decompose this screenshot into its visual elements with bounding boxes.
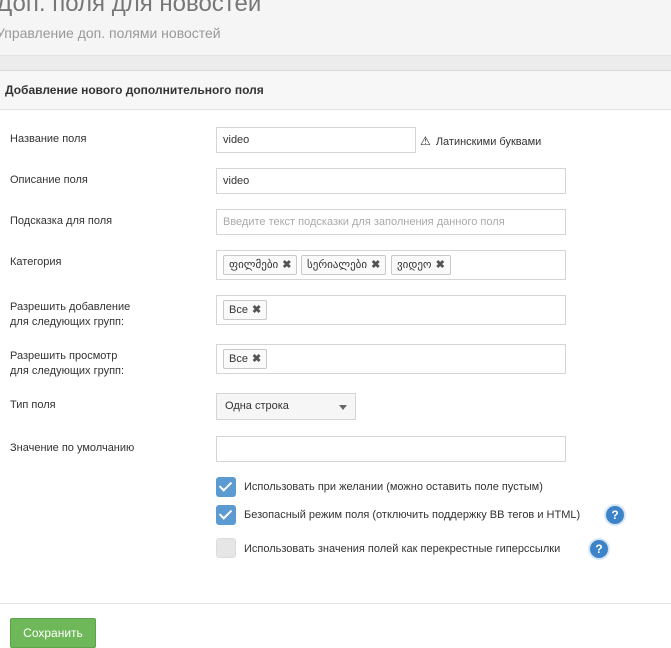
field-name-hint: ⚠ Латинскими буквами (420, 134, 541, 148)
allow-view-label: Разрешить просмотр для следующих групп: (10, 349, 124, 379)
optional-checkbox[interactable] (216, 477, 236, 497)
field-type-select[interactable]: Одна строка (216, 393, 356, 420)
save-button[interactable]: Сохранить (10, 618, 96, 648)
add-field-panel: Добавление нового дополнительного поля Н… (0, 70, 671, 648)
category-tag-label: ფილმები (229, 259, 279, 271)
category-label: Категория (10, 256, 62, 268)
default-value-input[interactable] (216, 436, 566, 462)
panel-heading: Добавление нового дополнительного поля (0, 71, 671, 110)
field-name-input[interactable]: video (216, 127, 416, 153)
cross-links-checkbox-label: Использовать значения полей как перекрес… (244, 543, 561, 555)
remove-tag-icon[interactable]: ✖ (436, 259, 445, 271)
allow-add-label-line2: для следующих групп: (10, 316, 125, 328)
field-type-selected: Одна строка (225, 400, 289, 412)
default-value-label: Значение по умолчанию (10, 442, 135, 454)
category-tag-label: ვიდეო (397, 259, 432, 271)
help-icon[interactable]: ? (590, 540, 608, 558)
cross-links-checkbox[interactable] (216, 538, 236, 558)
group-tag: Все ✖ (223, 300, 268, 320)
safe-mode-checkbox[interactable] (216, 505, 236, 525)
group-tag-label: Все (229, 304, 248, 316)
remove-tag-icon[interactable]: ✖ (282, 259, 291, 271)
category-tag: სერიალები ✖ (301, 255, 387, 275)
field-type-label: Тип поля (10, 399, 56, 411)
chevron-down-icon (339, 405, 347, 410)
warning-icon: ⚠ (420, 134, 431, 148)
allow-add-label-line1: Разрешить добавление (10, 301, 131, 313)
help-icon[interactable]: ? (606, 506, 624, 524)
group-tag: Все ✖ (223, 349, 268, 369)
category-tag: ფილმები ✖ (223, 255, 298, 275)
field-tooltip-label: Подсказка для поля (10, 215, 113, 227)
allow-view-label-line2: для следующих групп: (10, 365, 125, 377)
safe-mode-checkbox-label: Безопасный режим поля (отключить поддерж… (244, 509, 581, 521)
remove-tag-icon[interactable]: ✖ (371, 259, 380, 271)
category-tag-label: სერიალები (307, 259, 368, 271)
page-header: Доп. поля для новостей Управление доп. п… (0, 0, 671, 56)
field-description-input[interactable]: video (216, 168, 566, 194)
field-name-hint-text: Латинскими буквами (435, 136, 542, 148)
footer-divider (0, 603, 671, 604)
allow-view-label-line1: Разрешить просмотр (10, 350, 118, 362)
field-description-label: Описание поля (10, 174, 88, 186)
allow-add-label: Разрешить добавление для следующих групп… (10, 300, 130, 330)
field-tooltip-input[interactable]: Введите текст подсказки для заполнения д… (216, 209, 566, 235)
category-tag-input[interactable]: ფილმები ✖ სერიალები ✖ ვიდეო ✖ (216, 250, 566, 280)
field-name-label: Название поля (10, 133, 87, 145)
optional-checkbox-label: Использовать при желании (можно оставить… (244, 481, 543, 493)
page-subtitle: Управление доп. полями новостей (0, 25, 221, 41)
group-tag-label: Все (229, 353, 248, 365)
remove-tag-icon[interactable]: ✖ (252, 353, 261, 365)
header-separator (0, 56, 671, 70)
panel-heading-title: Добавление нового дополнительного поля (5, 83, 264, 97)
remove-tag-icon[interactable]: ✖ (252, 304, 261, 316)
allow-view-groups-input[interactable]: Все ✖ (216, 344, 566, 374)
category-tag: ვიდეო ✖ (391, 255, 451, 275)
page-title: Доп. поля для новостей (0, 0, 262, 17)
allow-add-groups-input[interactable]: Все ✖ (216, 295, 566, 325)
